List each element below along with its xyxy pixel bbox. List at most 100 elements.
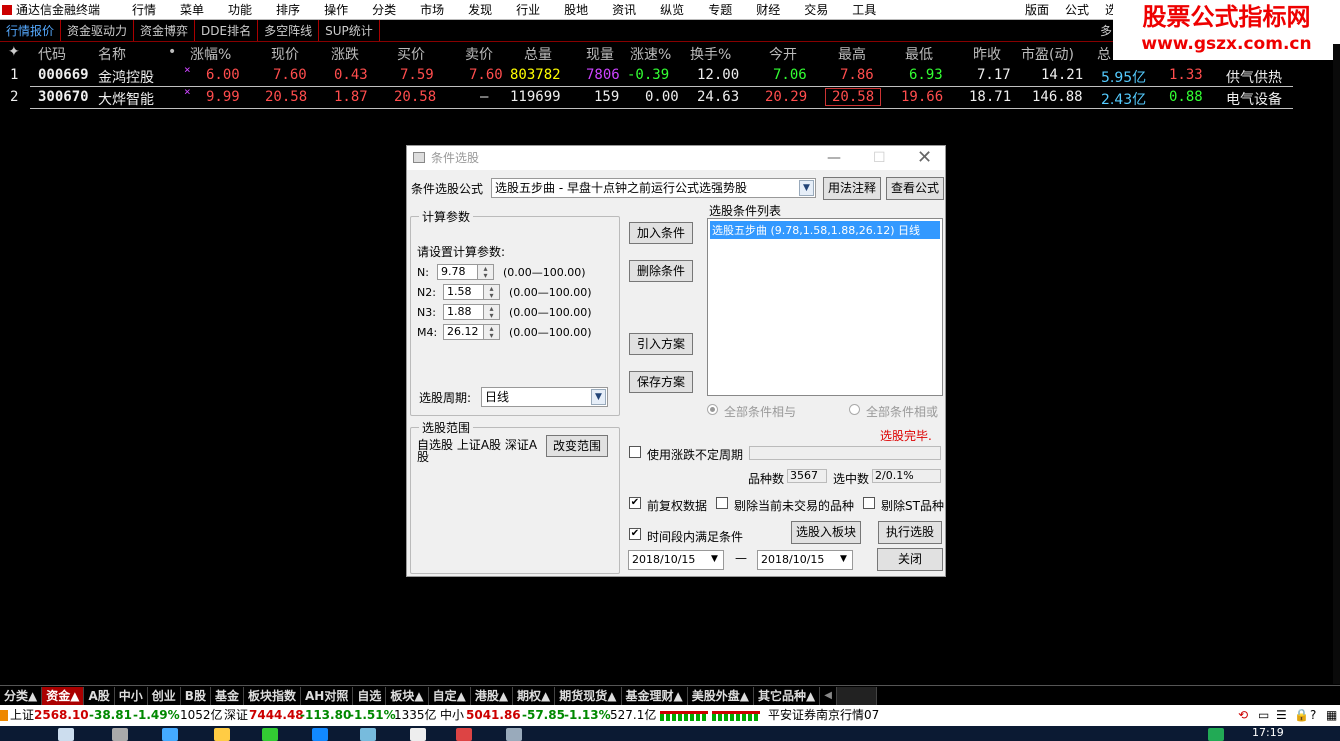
usage-notes-button[interactable]: 用法注释 xyxy=(823,177,881,200)
date-to-picker[interactable]: 2018/10/15 ▼ xyxy=(757,550,853,570)
chevron-down-icon[interactable]: ▼ xyxy=(799,180,814,196)
app-green-icon[interactable] xyxy=(262,728,278,741)
col-change[interactable]: 涨跌 xyxy=(331,44,359,64)
bottom-tab-wealth[interactable]: 基金理财▲ xyxy=(622,686,688,705)
bottom-tab-us[interactable]: 美股外盘▲ xyxy=(688,686,754,705)
period-select[interactable]: 日线 ▼ xyxy=(481,387,608,407)
browser-icon[interactable] xyxy=(162,728,178,741)
menu-quote[interactable]: 行情 xyxy=(120,1,168,18)
tab-scrollbar[interactable] xyxy=(836,686,877,705)
menu-tools[interactable]: 工具 xyxy=(840,1,888,18)
list-icon[interactable]: ☰ xyxy=(1276,705,1287,726)
date-from-picker[interactable]: 2018/10/15 ▼ xyxy=(628,550,724,570)
maximize-icon[interactable]: ☐ xyxy=(873,146,886,170)
change-range-button[interactable]: 改变范围 xyxy=(546,435,608,457)
time-period-checkbox[interactable]: ✔ xyxy=(629,528,641,540)
col-price[interactable]: 现价 xyxy=(271,44,299,64)
menu-stock-land[interactable]: 股地 xyxy=(552,1,600,18)
col-mark[interactable]: • xyxy=(168,44,176,60)
bottom-tab-ah[interactable]: AH对照 xyxy=(301,686,354,705)
menu-finance[interactable]: 财经 xyxy=(744,1,792,18)
app-white-icon[interactable] xyxy=(410,728,426,741)
tab-sup-stats[interactable]: SUP统计 xyxy=(319,20,380,41)
col-high[interactable]: 最高 xyxy=(838,44,866,64)
minimize-icon[interactable]: — xyxy=(827,146,841,170)
col-prev-close[interactable]: 昨收 xyxy=(973,44,1001,64)
menu-overview[interactable]: 纵览 xyxy=(648,1,696,18)
save-plan-button[interactable]: 保存方案 xyxy=(629,371,693,393)
tab-long-short[interactable]: 多空阵线 xyxy=(258,20,320,41)
exclude-st-checkbox[interactable] xyxy=(863,497,875,509)
col-volume[interactable]: 总量 xyxy=(524,44,552,64)
app-gray-icon[interactable] xyxy=(506,728,522,741)
menu-operate[interactable]: 操作 xyxy=(312,1,360,18)
start-icon[interactable] xyxy=(58,728,74,741)
app-ie-icon[interactable] xyxy=(360,728,376,741)
formula-select[interactable]: 选股五步曲 - 早盘十点钟之前运行公式选强势股 ▼ xyxy=(491,178,816,198)
radio-all-or[interactable] xyxy=(849,404,860,415)
restore-rights-checkbox[interactable]: ✔ xyxy=(629,497,641,509)
bottom-tab-category[interactable]: 分类▲ xyxy=(0,686,43,705)
bottom-tab-capital[interactable]: 资金▲ xyxy=(42,686,85,705)
menu-sort[interactable]: 排序 xyxy=(264,1,312,18)
close-button[interactable]: 关闭 xyxy=(877,548,943,571)
bottom-tab-futures[interactable]: 期货现货▲ xyxy=(555,686,622,705)
col-code[interactable]: 代码 xyxy=(38,44,66,64)
param-n2-input[interactable]: 1.58 ▴ ▾ xyxy=(443,284,500,300)
col-speed[interactable]: 涨速% xyxy=(630,44,671,64)
menu-formula[interactable]: 公式 xyxy=(1057,1,1097,18)
param-m4-input[interactable]: 26.12 ▴ ▾ xyxy=(443,324,500,340)
task-view-icon[interactable] xyxy=(112,728,128,741)
spinner-icon[interactable]: ▴ ▾ xyxy=(483,285,499,300)
menu-industry[interactable]: 行业 xyxy=(504,1,552,18)
menu-topic[interactable]: 专题 xyxy=(696,1,744,18)
period-field[interactable] xyxy=(749,446,941,460)
tab-dde-rank[interactable]: DDE排名 xyxy=(195,20,259,41)
tab-more[interactable]: 多 xyxy=(1100,22,1112,39)
select-to-block-button[interactable]: 选股入板块 xyxy=(791,521,861,544)
exclude-untraded-checkbox[interactable] xyxy=(716,497,728,509)
col-turnover[interactable]: 换手% xyxy=(690,44,731,64)
table-row[interactable]: 2 300670 大烨智能 × 9.99 20.58 1.87 20.58 — … xyxy=(0,85,1340,109)
table-row[interactable]: 1 000669 金鸿控股 × 6.00 7.60 0.43 7.59 7.60… xyxy=(0,63,1340,87)
param-n3-input[interactable]: 1.88 ▴ ▾ xyxy=(443,304,500,320)
bottom-tab-options[interactable]: 期权▲ xyxy=(513,686,556,705)
import-plan-button[interactable]: 引入方案 xyxy=(629,333,693,355)
vertical-scrollbar[interactable] xyxy=(1333,44,1340,684)
col-name[interactable]: 名称 xyxy=(98,44,126,64)
bottom-tab-hk[interactable]: 港股▲ xyxy=(471,686,514,705)
menu-menu[interactable]: 菜单 xyxy=(168,1,216,18)
bottom-tab-custom[interactable]: 自定▲ xyxy=(429,686,471,705)
col-total[interactable]: 总 xyxy=(1097,44,1111,64)
menu-discover[interactable]: 发现 xyxy=(456,1,504,18)
bottom-tab-sector-index[interactable]: 板块指数 xyxy=(244,686,301,705)
col-cur-volume[interactable]: 现量 xyxy=(586,44,614,64)
bottom-tab-watchlist[interactable]: 自选 xyxy=(353,686,387,705)
col-bid[interactable]: 买价 xyxy=(397,44,425,64)
explorer-icon[interactable] xyxy=(214,728,230,741)
col-change-pct[interactable]: 涨幅% xyxy=(190,44,231,64)
tab-capital-drive[interactable]: 资金驱动力 xyxy=(61,20,135,41)
condition-list[interactable]: 选股五步曲 (9.78,1.58,1.88,26.12) 日线 xyxy=(707,218,943,396)
tray-icon[interactable] xyxy=(1208,728,1224,741)
tab-capital-game[interactable]: 资金博弈 xyxy=(134,20,196,41)
bottom-tab-a-share[interactable]: A股 xyxy=(84,686,115,705)
spinner-icon[interactable]: ▴ ▾ xyxy=(477,265,493,280)
view-formula-button[interactable]: 查看公式 xyxy=(886,177,944,200)
menu-trade[interactable]: 交易 xyxy=(792,1,840,18)
spinner-icon[interactable]: ▴ ▾ xyxy=(483,305,499,320)
condition-list-item[interactable]: 选股五步曲 (9.78,1.58,1.88,26.12) 日线 xyxy=(710,221,940,239)
use-undetermined-period-checkbox[interactable] xyxy=(629,446,641,458)
radio-all-and[interactable] xyxy=(707,404,718,415)
col-ask[interactable]: 卖价 xyxy=(465,44,493,64)
close-icon[interactable]: ✕ xyxy=(917,146,932,170)
grid-icon[interactable]: ▦ xyxy=(1326,705,1337,726)
menu-function[interactable]: 功能 xyxy=(216,1,264,18)
menu-layout[interactable]: 版面 xyxy=(1017,1,1057,18)
bottom-tab-other[interactable]: 其它品种▲ xyxy=(754,686,821,705)
help-icon[interactable]: ? xyxy=(1310,705,1316,726)
window-icon[interactable]: ▭ xyxy=(1258,705,1269,726)
menu-news[interactable]: 资讯 xyxy=(600,1,648,18)
col-open[interactable]: 今开 xyxy=(769,44,797,64)
bottom-tab-sector[interactable]: 板块▲ xyxy=(386,686,429,705)
